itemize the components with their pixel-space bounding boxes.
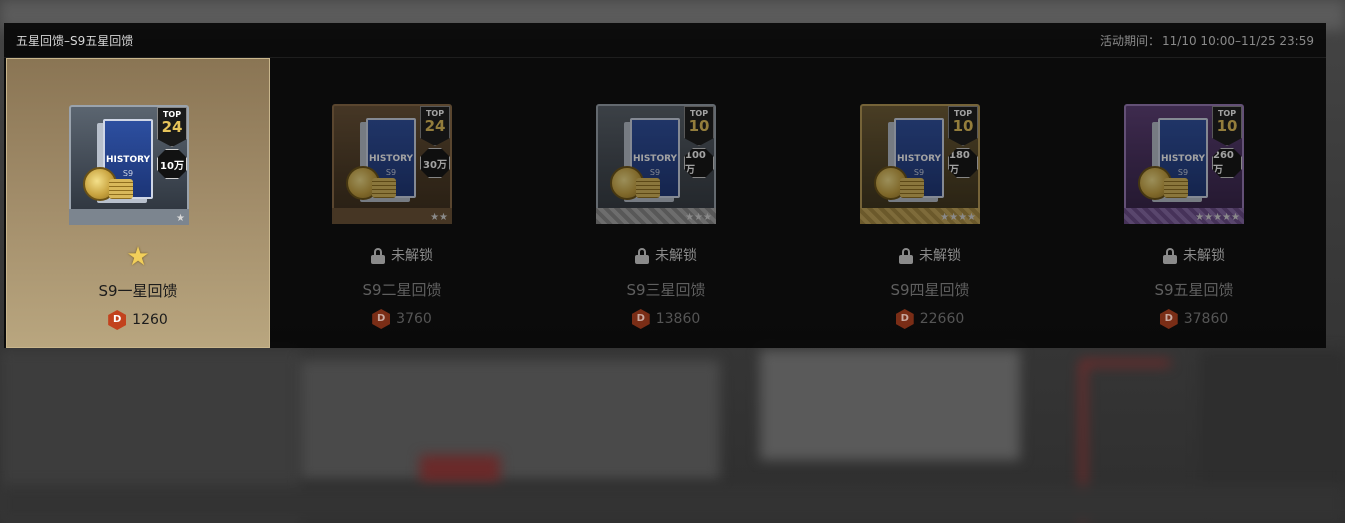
lock-icon — [371, 248, 385, 264]
currency-token-icon: D — [631, 309, 650, 329]
tier-cost: D 13860 — [534, 309, 798, 329]
tier-card-5[interactable]: HISTORY S9 TOP 10 260万 ★★★★★ 未解锁 S9五星回馈 — [1062, 58, 1326, 348]
feedback-panel: 五星回馈–S9五星回馈 活动期间： 11/10 10:00–11/25 23:59… — [4, 23, 1326, 348]
cost-value: 22660 — [919, 311, 965, 327]
top-badge: TOP 24 — [157, 107, 187, 147]
reward-box: HISTORY S9 TOP 24 30万 ★★ — [332, 104, 452, 224]
top-badge: TOP 10 — [1212, 106, 1242, 146]
cost-value: 1260 — [132, 312, 168, 328]
top-badge: TOP 10 — [948, 106, 978, 146]
currency-token-icon: D — [1159, 309, 1178, 329]
tier-cost: D 1260 — [7, 310, 269, 330]
currency-token-icon: D — [895, 309, 914, 329]
tier-cost: D 37860 — [1062, 309, 1326, 329]
coin-stack-icon — [636, 178, 660, 198]
rarity-stars: ★★★★★ — [1195, 212, 1240, 223]
panel-header: 五星回馈–S9五星回馈 活动期间： 11/10 10:00–11/25 23:59 — [4, 23, 1326, 58]
rarity-stars: ★★★ — [685, 212, 712, 223]
cost-value: 3760 — [396, 311, 432, 327]
tier-card-2[interactable]: HISTORY S9 TOP 24 30万 ★★ 未解锁 S9二星回馈 D 37… — [270, 58, 534, 348]
lock-icon — [899, 248, 913, 264]
reward-box: HISTORY S9 TOP 10 260万 ★★★★★ — [1124, 104, 1244, 224]
reward-box: HISTORY S9 TOP 24 10万 ★ — [69, 105, 189, 225]
top-badge: TOP 24 — [420, 106, 450, 146]
reward-amount: 30万 — [420, 148, 450, 178]
reward-amount: 100万 — [684, 148, 714, 178]
tier-list: HISTORY S9 TOP 24 10万 ★ ★ S9一星回馈 D 1260 — [4, 58, 1326, 348]
lock-icon — [1163, 248, 1177, 264]
tier-card-1[interactable]: HISTORY S9 TOP 24 10万 ★ ★ S9一星回馈 D 1260 — [6, 58, 270, 348]
reward-amount: 180万 — [948, 148, 978, 178]
star-icon: ★ — [126, 242, 150, 272]
top-badge: TOP 10 — [684, 106, 714, 146]
reward-box: HISTORY S9 TOP 10 100万 ★★★ — [596, 104, 716, 224]
reward-amount: 10万 — [157, 149, 187, 179]
activity-period: 活动期间： 11/10 10:00–11/25 23:59 — [1098, 32, 1314, 49]
lock-status: 未解锁 — [899, 242, 961, 270]
panel-title: 五星回馈–S9五星回馈 — [16, 34, 134, 48]
rarity-stars: ★★★★ — [940, 212, 976, 223]
tier-name: S9二星回馈 — [362, 281, 442, 299]
tier-cost: D 3760 — [270, 309, 534, 329]
tier-name: S9五星回馈 — [1154, 281, 1234, 299]
tier-name: S9一星回馈 — [98, 282, 178, 300]
coin-stack-icon — [109, 179, 133, 199]
currency-token-icon: D — [108, 310, 127, 330]
tier-name: S9三星回馈 — [626, 281, 706, 299]
currency-token-icon: D — [372, 309, 391, 329]
rarity-stars: ★★ — [430, 212, 448, 223]
reward-amount: 260万 — [1212, 148, 1242, 178]
lock-status: 未解锁 — [371, 242, 433, 270]
lock-status: 未解锁 — [1163, 242, 1225, 270]
lock-icon — [635, 248, 649, 264]
cost-value: 37860 — [1183, 311, 1229, 327]
period-label: 活动期间： — [1100, 34, 1161, 48]
tier-cost: D 22660 — [798, 309, 1062, 329]
coin-stack-icon — [1164, 178, 1188, 198]
tier-card-3[interactable]: HISTORY S9 TOP 10 100万 ★★★ 未解锁 S9三星回馈 D … — [534, 58, 798, 348]
rarity-stars: ★ — [176, 213, 185, 224]
reward-box: HISTORY S9 TOP 10 180万 ★★★★ — [860, 104, 980, 224]
cost-value: 13860 — [655, 311, 701, 327]
tier-card-4[interactable]: HISTORY S9 TOP 10 180万 ★★★★ 未解锁 S9四星回馈 D… — [798, 58, 1062, 348]
coin-stack-icon — [900, 178, 924, 198]
period-value: 11/10 10:00–11/25 23:59 — [1162, 34, 1314, 48]
coin-stack-icon — [372, 178, 396, 198]
lock-status: 未解锁 — [635, 242, 697, 270]
tier-name: S9四星回馈 — [890, 281, 970, 299]
